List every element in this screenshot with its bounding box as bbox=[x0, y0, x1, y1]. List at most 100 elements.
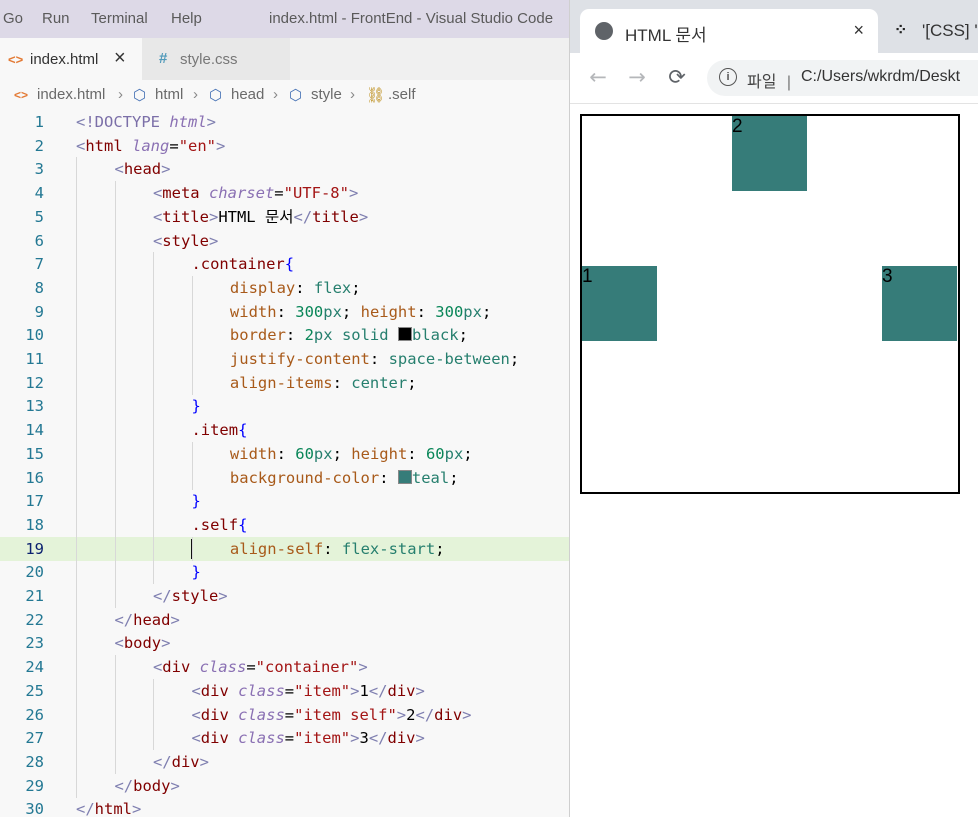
vscode-window: Go Run Terminal Help index.html - FrontE… bbox=[0, 0, 569, 817]
indent-guide bbox=[114, 726, 116, 751]
indent-guide bbox=[114, 465, 116, 490]
code-line[interactable]: 29 </body> bbox=[0, 773, 569, 798]
indent-guide bbox=[153, 536, 154, 561]
code-line[interactable]: 12 align-items: center; bbox=[0, 370, 569, 395]
line-number: 1 bbox=[34, 113, 44, 131]
chevron-right-icon: › bbox=[273, 86, 278, 103]
code-text: } bbox=[191, 492, 201, 511]
address-bar[interactable]: i 파일 | C:/Users/wkrdm/Deskt bbox=[707, 60, 978, 96]
code-line[interactable]: 24 <div class="container"> bbox=[0, 655, 569, 680]
address-url: C:/Users/wkrdm/Deskt bbox=[801, 68, 961, 85]
indent-guide bbox=[114, 323, 116, 348]
code-text: </body> bbox=[114, 776, 180, 795]
breadcrumb-item-style[interactable]: style bbox=[311, 86, 342, 103]
indent-guide bbox=[76, 157, 77, 182]
code-line[interactable]: 3 <head> bbox=[0, 157, 569, 182]
indent-guide bbox=[114, 441, 116, 466]
code-line[interactable]: 28 </div> bbox=[0, 749, 569, 774]
code-line[interactable]: 11 justify-content: space-between; bbox=[0, 347, 569, 371]
code-line[interactable]: 27 <div class="item">3</div> bbox=[0, 726, 569, 751]
indent-guide bbox=[153, 299, 154, 324]
browser-tab-strip: HTML 문서 × ⁘ '[CSS] ' bbox=[570, 0, 978, 53]
indent-guide bbox=[153, 347, 154, 371]
editor-tabs: <> index.html × # style.css bbox=[0, 38, 569, 80]
close-icon[interactable]: × bbox=[114, 47, 126, 70]
css-file-icon: # bbox=[159, 50, 168, 67]
browser-tab-css[interactable]: ⁘ '[CSS] ' bbox=[886, 9, 978, 53]
close-icon[interactable]: × bbox=[853, 20, 864, 41]
html-file-icon: <> bbox=[14, 88, 29, 102]
breadcrumb: <> index.html › ⬡ html › ⬡ head › ⬡ styl… bbox=[0, 80, 569, 110]
reload-icon[interactable]: ⟳ bbox=[663, 63, 691, 91]
menu-go[interactable]: Go bbox=[3, 10, 23, 27]
code-line[interactable]: 4 <meta charset="UTF-8"> bbox=[0, 181, 569, 206]
code-line[interactable]: 8 display: flex; bbox=[0, 275, 569, 300]
forward-icon[interactable]: → bbox=[623, 63, 651, 91]
back-icon[interactable]: ← bbox=[584, 63, 612, 91]
code-line[interactable]: 2 <html lang="en"> bbox=[0, 134, 569, 158]
code-line[interactable]: 7 .container{ bbox=[0, 252, 569, 277]
code-text: <meta charset="UTF-8"> bbox=[152, 184, 359, 203]
menu-terminal[interactable]: Terminal bbox=[91, 10, 148, 27]
menu-run[interactable]: Run bbox=[42, 10, 70, 27]
code-text: .container{ bbox=[191, 255, 295, 274]
info-icon[interactable]: i bbox=[719, 68, 737, 86]
code-line[interactable]: 19 align-self: flex-start; bbox=[0, 536, 569, 561]
flex-item-3: 3 bbox=[882, 266, 957, 341]
code-editor[interactable]: 1 <!DOCTYPE html> 2 <html lang="en"> 3 <head>… bbox=[0, 110, 569, 817]
indent-guide bbox=[114, 678, 116, 703]
code-line[interactable]: 10 border: 2px solid black; bbox=[0, 323, 569, 348]
code-line[interactable]: 15 width: 60px; height: 60px; bbox=[0, 441, 569, 466]
code-line[interactable]: 14 .item{ bbox=[0, 418, 569, 443]
indent-guide bbox=[76, 394, 77, 419]
chevron-right-icon: › bbox=[350, 86, 355, 103]
indent-guide bbox=[114, 512, 116, 537]
browser-tab-html[interactable]: HTML 문서 × bbox=[580, 9, 878, 53]
line-number: 19 bbox=[25, 539, 44, 558]
line-number: 9 bbox=[34, 302, 44, 321]
breadcrumb-item-html[interactable]: html bbox=[155, 86, 183, 103]
code-line[interactable]: 21 </style> bbox=[0, 584, 569, 608]
indent-guide bbox=[191, 465, 193, 490]
code-line[interactable]: 5 <title>HTML 문서</title> bbox=[0, 204, 569, 229]
tab-index-html[interactable]: <> index.html × bbox=[0, 38, 142, 80]
line-number: 17 bbox=[25, 492, 44, 511]
code-line[interactable]: 30 </html> bbox=[0, 797, 569, 817]
dots-icon: ⁘ bbox=[894, 22, 908, 39]
breadcrumb-item-file[interactable]: index.html bbox=[37, 86, 105, 103]
code-line[interactable]: 1 <!DOCTYPE html> bbox=[0, 110, 569, 134]
breadcrumb-item-self[interactable]: .self bbox=[388, 86, 416, 103]
code-line[interactable]: 26 <div class="item self">2</div> bbox=[0, 702, 569, 727]
code-text: </div> bbox=[152, 752, 209, 771]
code-line[interactable]: 6 <style> bbox=[0, 228, 569, 253]
html-file-icon: <> bbox=[8, 52, 24, 67]
line-number: 6 bbox=[34, 231, 44, 250]
indent-guide bbox=[114, 749, 116, 774]
indent-guide bbox=[76, 323, 77, 348]
color-swatch-teal[interactable] bbox=[397, 469, 412, 484]
line-number: 15 bbox=[25, 444, 44, 463]
breadcrumb-item-head[interactable]: head bbox=[231, 86, 264, 103]
code-text: .item{ bbox=[191, 421, 248, 440]
color-swatch-black[interactable] bbox=[397, 327, 412, 342]
indent-guide bbox=[76, 441, 77, 466]
code-line[interactable]: 22 </head> bbox=[0, 607, 569, 632]
code-line[interactable]: 18 .self{ bbox=[0, 512, 569, 537]
tab-style-css[interactable]: # style.css bbox=[142, 38, 290, 80]
code-line[interactable]: 16 background-color: teal; bbox=[0, 465, 569, 490]
line-number: 4 bbox=[34, 184, 44, 203]
code-line[interactable]: 17} bbox=[0, 489, 569, 514]
code-line[interactable]: 25 <div class="item">1</div> bbox=[0, 678, 569, 703]
indent-guide bbox=[76, 347, 77, 371]
code-line[interactable]: 13} bbox=[0, 394, 569, 419]
address-scheme: 파일 | bbox=[747, 74, 792, 91]
indent-guide bbox=[76, 418, 77, 443]
code-line[interactable]: 20} bbox=[0, 560, 569, 585]
selector-icon: ⛓ bbox=[366, 87, 386, 104]
indent-guide bbox=[76, 607, 77, 632]
indent-guide bbox=[76, 204, 77, 229]
menu-help[interactable]: Help bbox=[171, 10, 202, 27]
code-line[interactable]: 9 width: 300px; height: 300px; bbox=[0, 299, 569, 324]
code-line[interactable]: 23 <body> bbox=[0, 631, 569, 656]
indent-guide bbox=[114, 299, 116, 324]
